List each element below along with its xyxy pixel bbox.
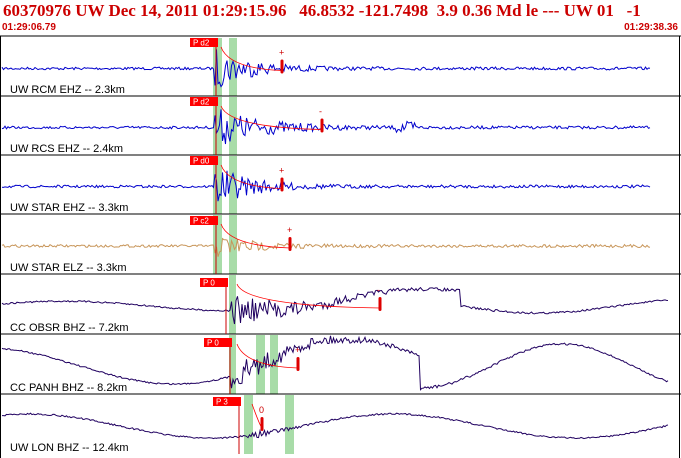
coda-marker[interactable] [378,297,382,311]
pick-label: P 3 [216,398,228,407]
pick-window-band [244,395,253,454]
seismic-trace [1,286,669,325]
station-label: UW RCS EHZ -- 2.4km [10,143,123,155]
coda-marker-sign: + [295,345,300,355]
seismic-trace [2,412,669,440]
station-label: CC OBSR BHZ -- 7.2km [10,322,129,334]
coda-marker-sign: - [319,107,322,117]
pick-label: P c2 [193,217,209,226]
coda-marker[interactable] [288,237,292,251]
pick-window-band [285,395,294,454]
pick-label: P d0 [193,157,210,166]
pick-window-band [229,275,236,334]
coda-marker-sign: - [377,285,380,295]
seismic-trace [1,49,651,88]
station-label: UW LON BHZ -- 12.4km [10,442,129,454]
coda-marker[interactable] [260,417,264,431]
coda-marker[interactable] [320,118,324,133]
pick-window-band [229,38,237,96]
station-label: UW STAR EHZ -- 3.3km [10,202,128,214]
seismic-trace [1,237,651,257]
station-label: UW STAR ELZ -- 3.3km [10,262,127,274]
coda-marker[interactable] [280,177,284,192]
coda-marker-sign: + [287,225,292,235]
station-label: CC PANH BHZ -- 8.2km [10,382,127,394]
pick-window-band [270,335,278,394]
coda-marker-sign: + [279,166,284,176]
station-label: UW RCM EHZ -- 2.3km [10,84,125,96]
pick-label: P 0 [203,279,215,288]
seismic-trace [1,109,651,145]
pick-label: P 0 [207,339,219,348]
seismic-trace [1,170,651,202]
coda-marker[interactable] [280,59,284,74]
seismogram-panel[interactable]: P d2 + UW RCM EHZ -- 2.3km P d2 - UW RCS EHZ … [0,0,681,458]
coda-marker[interactable] [296,357,300,371]
coda-marker-sign: 0 [259,405,264,415]
pick-label: P d2 [193,39,210,48]
pick-window-band [229,97,237,155]
pick-label: P d2 [193,98,210,107]
coda-marker-sign: + [279,48,284,58]
